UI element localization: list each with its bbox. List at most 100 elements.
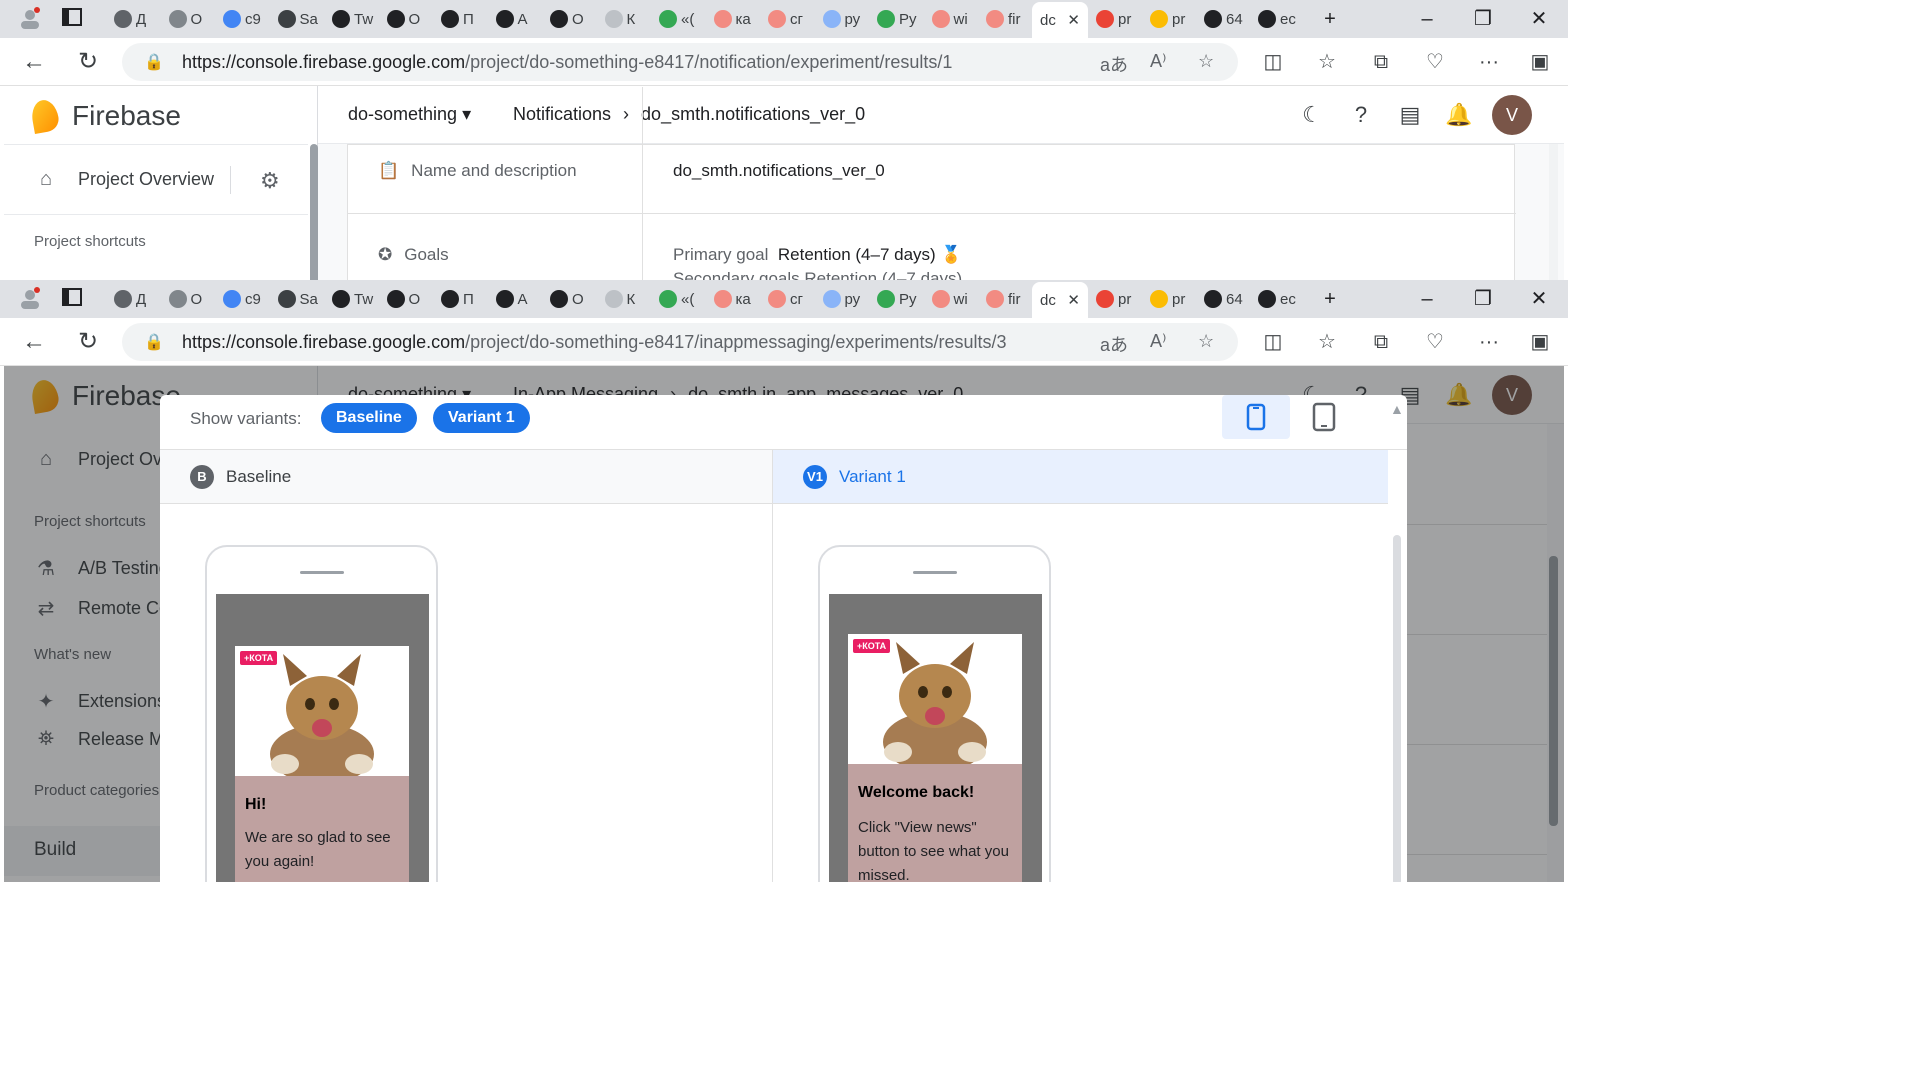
browser-tab[interactable]: О [168, 289, 221, 309]
close-tab-icon[interactable]: ✕ [1067, 291, 1080, 309]
translate-icon[interactable]: aあ [1100, 331, 1128, 357]
browser-tab[interactable]: «( [659, 289, 711, 309]
browser-tab[interactable]: О [550, 9, 602, 29]
browser-tab[interactable]: Д [114, 289, 166, 309]
back-icon[interactable]: ← [20, 328, 48, 356]
minimize-icon[interactable]: – [1413, 286, 1441, 312]
sidebar-toggle-icon[interactable]: ▣ [1526, 48, 1554, 76]
show-variants-label: Show variants: [190, 409, 302, 428]
browser-tab[interactable]: «( [659, 9, 711, 29]
browser-tab[interactable]: О [386, 9, 439, 29]
content-scrollbar[interactable] [1549, 144, 1558, 280]
browser-tab[interactable]: О [550, 289, 602, 309]
browser-tab[interactable]: fir [986, 9, 1038, 29]
browser-tab[interactable]: К [604, 289, 657, 309]
close-window-icon[interactable]: ✕ [1525, 286, 1553, 312]
browser-tab[interactable]: pr [1150, 9, 1202, 29]
browser-tab[interactable]: Ру [877, 289, 929, 309]
browser-tab[interactable]: А [495, 289, 548, 309]
browser-tab[interactable]: wi [931, 9, 984, 29]
health-icon[interactable]: ♡ [1421, 48, 1449, 76]
clipboard-icon: 📋 [378, 161, 400, 180]
reload-icon[interactable]: ↻ [74, 48, 102, 76]
browser-tab[interactable]: ec [1258, 289, 1310, 309]
more-icon[interactable]: ··· [1475, 48, 1503, 76]
read-aloud-icon[interactable]: A⁾ [1150, 51, 1166, 72]
browser-tab[interactable]: Sa [277, 9, 330, 29]
reload-icon[interactable]: ↻ [74, 328, 102, 356]
in-app-message-card[interactable]: +КОТА Welcome back! Click "View news" bu… [848, 634, 1022, 882]
close-window-icon[interactable]: ✕ [1525, 6, 1553, 32]
split-screen-icon[interactable]: ◫ [1259, 328, 1287, 356]
browser-tab[interactable]: ру [822, 289, 875, 309]
browser-tab[interactable]: pr [1150, 289, 1202, 309]
phone-view-button[interactable] [1222, 395, 1290, 439]
url-field[interactable]: 🔒 https://console.firebase.google.com/pr… [122, 323, 1238, 361]
browser-tab[interactable]: ec [1258, 9, 1310, 29]
sidebar-scrollbar[interactable] [310, 144, 318, 280]
restore-icon[interactable]: ❐ [1469, 6, 1497, 32]
favorites-icon[interactable]: ☆ [1313, 328, 1341, 356]
collections-icon[interactable]: ⧉ [1367, 328, 1395, 356]
browser-tab[interactable]: П [441, 9, 493, 29]
browser-tab[interactable]: ка [713, 9, 766, 29]
scroll-up-arrow-icon[interactable]: ▲ [1390, 401, 1404, 417]
browser-tab[interactable]: 64 [1204, 289, 1256, 309]
back-icon[interactable]: ← [20, 48, 48, 76]
browser-tab[interactable]: 64 [1204, 9, 1256, 29]
browser-tab[interactable]: К [604, 9, 657, 29]
close-tab-icon[interactable]: ✕ [1067, 11, 1080, 29]
browser-tab[interactable]: Tw [332, 289, 384, 309]
more-icon[interactable]: ··· [1475, 328, 1503, 356]
collections-icon[interactable]: ⧉ [1367, 48, 1395, 76]
sidebar-toggle-icon[interactable]: ▣ [1526, 328, 1554, 356]
tab-favicon-icon [441, 10, 459, 28]
read-aloud-icon[interactable]: A⁾ [1150, 331, 1166, 352]
firebase-logo[interactable]: Firebase [29, 97, 181, 135]
translate-icon[interactable]: aあ [1100, 51, 1128, 77]
browser-tab[interactable]: Ру [877, 9, 929, 29]
chip-variant-1[interactable]: Variant 1 [433, 403, 530, 433]
settings-gear-icon[interactable]: ⚙ [260, 168, 280, 194]
dialog-scrollbar[interactable] [1393, 535, 1401, 882]
browser-tab[interactable]: А [495, 9, 548, 29]
browser-tab[interactable]: О [168, 9, 221, 29]
profile-icon[interactable] [16, 286, 44, 312]
browser-tab[interactable]: сг [768, 9, 820, 29]
browser-tab[interactable]: wi [931, 289, 984, 309]
browser-tab[interactable]: pr [1096, 289, 1148, 309]
favorite-star-icon[interactable]: ☆ [1198, 51, 1214, 72]
tab-active[interactable]: dc ✕ [1032, 282, 1088, 318]
chip-baseline[interactable]: Baseline [321, 403, 417, 433]
project-overview-link[interactable]: ⌂ Project Overview [34, 168, 214, 191]
tab-favicon-icon [114, 10, 132, 28]
favorite-star-icon[interactable]: ☆ [1198, 331, 1214, 352]
browser-tab[interactable]: Д [114, 9, 166, 29]
tab-actions-icon[interactable] [58, 286, 86, 312]
browser-tab[interactable]: fir [986, 289, 1038, 309]
tab-active[interactable]: dc ✕ [1032, 2, 1088, 38]
browser-tab[interactable]: Sa [277, 289, 330, 309]
in-app-message-card[interactable]: +КОТА Hi! We are so glad to see you agai… [235, 646, 409, 882]
health-icon[interactable]: ♡ [1421, 328, 1449, 356]
browser-tab[interactable]: ка [713, 289, 766, 309]
new-tab-icon[interactable]: + [1316, 6, 1344, 32]
browser-tab[interactable]: П [441, 289, 493, 309]
minimize-icon[interactable]: – [1413, 6, 1441, 32]
split-screen-icon[interactable]: ◫ [1259, 48, 1287, 76]
browser-tab[interactable]: Tw [332, 9, 384, 29]
favorites-icon[interactable]: ☆ [1313, 48, 1341, 76]
browser-tab[interactable]: ру [822, 9, 875, 29]
profile-icon[interactable] [16, 6, 44, 32]
new-tab-icon[interactable]: + [1316, 286, 1344, 312]
browser-tab[interactable]: pr [1096, 9, 1148, 29]
url-field[interactable]: 🔒 https://console.firebase.google.com/pr… [122, 43, 1238, 81]
tablet-view-button[interactable] [1290, 395, 1358, 439]
browser-tab[interactable]: c9 [223, 9, 275, 29]
browser-tab[interactable]: сг [768, 289, 820, 309]
tab-actions-icon[interactable] [58, 6, 86, 32]
tab-favicon-icon [277, 10, 296, 28]
restore-icon[interactable]: ❐ [1469, 286, 1497, 312]
browser-tab[interactable]: c9 [223, 289, 275, 309]
browser-tab[interactable]: О [386, 289, 439, 309]
